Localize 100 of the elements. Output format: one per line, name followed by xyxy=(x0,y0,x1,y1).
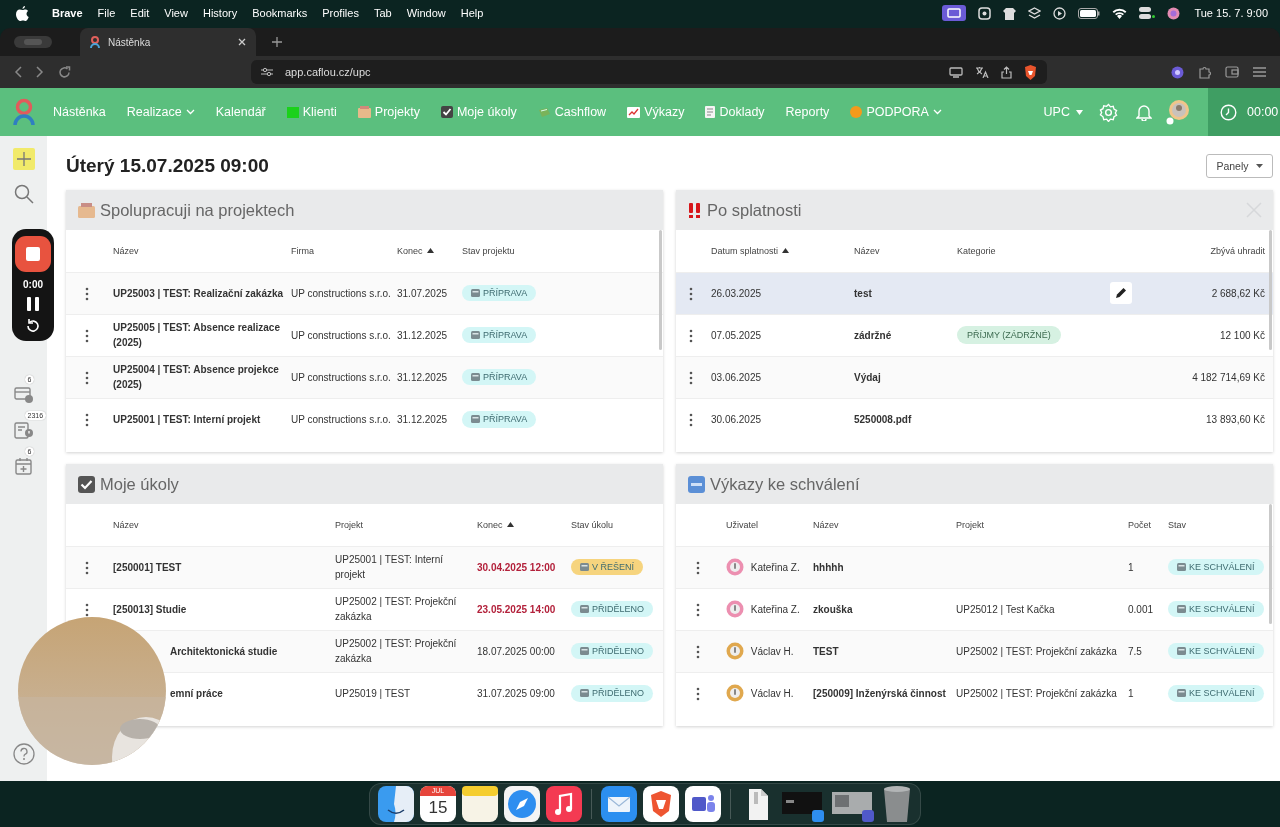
more-icon[interactable] xyxy=(688,412,693,427)
menu-item[interactable]: View xyxy=(164,7,188,19)
pause-icon[interactable] xyxy=(27,297,39,312)
restart-icon[interactable] xyxy=(25,318,41,335)
task-name[interactable]: emní práce xyxy=(170,685,329,701)
column-header[interactable]: Počet xyxy=(1128,519,1151,530)
column-header[interactable]: Konec xyxy=(397,245,434,256)
translate-icon[interactable] xyxy=(975,66,989,78)
play-icon[interactable] xyxy=(1053,6,1067,20)
column-header[interactable]: Název xyxy=(854,245,880,256)
sidebar-toggle-icon[interactable] xyxy=(14,36,52,48)
menu-item[interactable]: Window xyxy=(406,7,446,19)
clock[interactable]: Tue 15. 7. 9:00 xyxy=(1194,7,1268,19)
menu-item[interactable]: Bookmarks xyxy=(252,7,308,19)
close-icon[interactable] xyxy=(238,38,246,46)
project-name[interactable]: UP25005 | TEST: Absence realizace (2025) xyxy=(113,320,285,350)
forward-icon[interactable] xyxy=(36,66,44,78)
more-icon[interactable] xyxy=(696,602,700,617)
layers-icon[interactable] xyxy=(1028,6,1042,20)
menu-item[interactable]: Tab xyxy=(373,7,392,19)
menu-item[interactable]: Profiles xyxy=(322,7,359,19)
puzzle-icon[interactable] xyxy=(1198,65,1211,79)
battery-icon[interactable] xyxy=(1078,7,1101,19)
more-icon[interactable] xyxy=(696,686,700,701)
report-name[interactable]: zkouška xyxy=(813,601,950,617)
more-icon[interactable] xyxy=(696,560,700,575)
extension-icon[interactable] xyxy=(1171,65,1184,79)
project-name[interactable]: UP25004 | TEST: Absence projekce (2025) xyxy=(113,362,285,392)
mail-icon[interactable] xyxy=(601,786,637,822)
music-icon[interactable] xyxy=(546,786,582,822)
more-icon[interactable] xyxy=(688,370,693,385)
column-header[interactable]: Název xyxy=(113,245,139,256)
column-header[interactable]: Stav xyxy=(1168,519,1186,530)
lion-shield-icon[interactable] xyxy=(643,786,679,822)
item-name[interactable]: Výdaj xyxy=(854,369,951,385)
lion-shield-icon[interactable] xyxy=(1024,64,1037,80)
column-header[interactable]: Datum splatnosti xyxy=(711,245,790,256)
report-name[interactable]: TEST xyxy=(813,643,950,659)
column-header[interactable]: Projekt xyxy=(335,519,363,530)
menu-item[interactable]: File xyxy=(97,7,116,19)
edit-icon[interactable] xyxy=(1110,282,1132,304)
avatar-icon[interactable] xyxy=(1166,99,1190,125)
report-name[interactable]: [250009] Inženýrská činnost xyxy=(813,685,950,701)
shirt-icon[interactable] xyxy=(1003,6,1017,20)
address-bar[interactable]: app.caflou.cz/upc xyxy=(251,60,1047,84)
task-name[interactable]: Architektonická studie xyxy=(170,643,329,659)
apple-icon[interactable] xyxy=(16,5,29,21)
item-name[interactable]: zádržné xyxy=(854,327,951,343)
more-icon[interactable] xyxy=(84,370,89,385)
item-name[interactable]: test xyxy=(854,285,951,301)
column-header[interactable]: Stav projektu xyxy=(462,245,515,256)
column-header[interactable]: Konec xyxy=(477,519,514,530)
more-icon[interactable] xyxy=(84,602,89,617)
notes-icon[interactable] xyxy=(462,786,498,822)
finder-icon[interactable] xyxy=(378,786,414,822)
toggle-icon[interactable] xyxy=(1139,7,1156,19)
menu-icon[interactable] xyxy=(1253,67,1266,77)
help-icon[interactable] xyxy=(12,743,35,765)
search-icon[interactable] xyxy=(13,184,34,204)
square-icon[interactable] xyxy=(978,6,992,20)
site-settings-icon[interactable] xyxy=(261,67,273,77)
back-icon[interactable] xyxy=(14,66,22,78)
cast-icon[interactable] xyxy=(949,66,963,78)
more-icon[interactable] xyxy=(84,412,89,427)
report-name[interactable]: hhhhh xyxy=(813,559,950,575)
plus-icon[interactable] xyxy=(272,37,282,47)
project-name[interactable]: UP25001 | TEST: Interní projekt xyxy=(113,411,285,427)
stop-record-icon[interactable] xyxy=(15,235,51,272)
more-icon[interactable] xyxy=(696,644,700,659)
invoice-alert-icon[interactable] xyxy=(13,421,34,439)
more-icon[interactable] xyxy=(688,286,693,301)
column-header[interactable]: Firma xyxy=(291,245,314,256)
card-icon[interactable] xyxy=(13,385,34,403)
panels-dropdown[interactable]: Panely xyxy=(1206,154,1273,178)
wifi-icon[interactable] xyxy=(1112,7,1128,19)
people-icon[interactable] xyxy=(685,786,721,822)
more-icon[interactable] xyxy=(84,560,89,575)
project-name[interactable]: UP25003 | TEST: Realizační zakázka xyxy=(113,285,285,301)
more-icon[interactable] xyxy=(84,286,89,301)
reload-icon[interactable] xyxy=(58,65,71,79)
calendar-add-icon[interactable] xyxy=(13,457,34,475)
task-name[interactable]: [250013] Studie xyxy=(113,601,329,617)
add-icon[interactable] xyxy=(12,148,35,170)
column-header[interactable]: Projekt xyxy=(956,519,984,530)
column-header[interactable]: Stav úkolu xyxy=(571,519,614,530)
column-header[interactable]: Kategorie xyxy=(957,245,996,256)
more-icon[interactable] xyxy=(84,328,89,343)
share-icon[interactable] xyxy=(1001,65,1012,79)
browser-tab[interactable]: Nástěnka xyxy=(80,28,256,56)
menu-item[interactable]: History xyxy=(202,7,238,19)
item-name[interactable]: 5250008.pdf xyxy=(854,411,951,427)
column-header[interactable]: Název xyxy=(113,519,139,530)
profile-icon[interactable] xyxy=(1167,6,1181,20)
screen-icon[interactable] xyxy=(942,5,967,21)
task-name[interactable]: [250001] TEST xyxy=(113,559,329,575)
trash-icon[interactable] xyxy=(882,785,912,823)
wallet-icon[interactable] xyxy=(1225,66,1239,78)
app-menu[interactable]: Brave xyxy=(52,7,83,19)
menu-item[interactable]: Edit xyxy=(130,7,150,19)
compass-icon[interactable] xyxy=(504,786,540,822)
